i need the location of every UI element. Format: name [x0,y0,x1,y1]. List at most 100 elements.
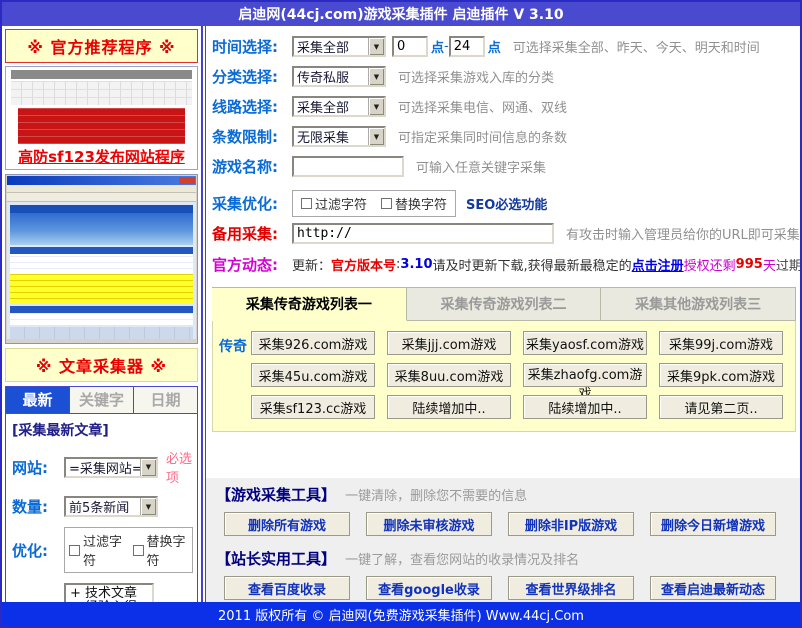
filter-label: 过滤字符 [83,531,125,569]
screenshot-grid [11,81,192,105]
games-panel: 传奇 采集926.com游戏采集jjj.com游戏采集yaosf.com游戏采集… [212,321,796,432]
mini-browser-content [7,202,196,339]
backup-hint: 有攻击时输入管理员给你的URL即可采集 [566,224,800,243]
site-tool-button[interactable]: 查看启迪最新动态 [650,576,776,600]
collect-game-button[interactable]: 采集45u.com游戏 [251,363,375,387]
category-select-row: 分类选择: 传奇私服 ▼ 可选择采集游戏入库的分类 [212,64,800,89]
hour-to-unit: 点 [488,37,501,56]
game-list-tab[interactable]: 采集传奇游戏列表一 [212,287,407,321]
line-select[interactable]: 采集全部 ▼ [292,96,386,117]
screenshot-red-banner [18,108,185,144]
game-name-row: 游戏名称: 可输入任意关键字采集 [212,154,800,179]
time-select[interactable]: 采集全部 ▼ [292,36,386,57]
filter-checkbox[interactable] [69,545,80,556]
count-select[interactable]: 前5条新闻 ▼ [64,496,158,517]
collect-game-button[interactable]: 请见第二页.. [659,395,783,419]
category-item[interactable]: + 技术文章 [70,587,148,601]
auth-days: 995 [736,257,763,272]
site-tools-desc: 一键了解，查看您网站的收录情况及排名 [345,553,579,568]
mini-browser-toolbar [7,193,196,202]
collect-game-button[interactable]: 陆续增加中.. [523,395,647,419]
sidebar: ※ 官方推荐程序 ※ 高防sf123发布网站程序 [2,26,203,602]
register-link[interactable]: 点击注册 [632,255,684,274]
site-tool-button[interactable]: 查看google收录 [366,576,492,600]
mini-site-rows [10,254,193,274]
dropdown-arrow-icon[interactable]: ▼ [140,459,156,476]
collect-game-button[interactable]: 采集sf123.cc游戏 [251,395,375,419]
line-label: 线路选择: [212,96,292,117]
game-tools-desc: 一键清除，删除您不需要的信息 [345,489,527,504]
sidebar-tab[interactable]: 关键字 [69,386,134,414]
collect-game-button[interactable]: 采集8uu.com游戏 [387,363,511,387]
mini-site-hero [10,213,193,245]
legend-label: 传奇 [217,331,251,419]
dropdown-arrow-icon[interactable]: ▼ [368,38,384,55]
game-tools-buttons: 删除所有游戏删除未审核游戏删除非IP版游戏删除今日新增游戏 [224,512,776,536]
screenshot-header-bar [11,70,192,79]
sidebar-tab[interactable]: 最新 [5,386,70,414]
news-row: 官方动态: 更新： 官方版本号: 3.10 请及时更新下载,获得最新最稳定的 点… [212,252,800,277]
game-tool-button[interactable]: 删除非IP版游戏 [508,512,634,536]
collect-optimize-row: 采集优化: 过滤字符 替换字符 SEO必选功能 [212,191,800,216]
mini-site-footer [10,327,193,339]
statusbar: 2011 版权所有 © 启迪网(免费游戏采集插件) Www.44cj.Com [2,602,800,626]
collect-game-button[interactable]: 采集99j.com游戏 [659,331,783,355]
game-tool-button[interactable]: 删除今日新增游戏 [650,512,776,536]
time-hint: 可选择采集全部、昨天、今天、明天和时间 [513,37,760,56]
backup-url-input[interactable] [292,223,554,244]
game-tool-button[interactable]: 删除所有游戏 [224,512,350,536]
limit-select[interactable]: 无限采集 ▼ [292,126,386,147]
mini-site-tablehead [10,247,193,254]
game-tool-button[interactable]: 删除未审核游戏 [366,512,492,536]
dropdown-arrow-icon[interactable]: ▼ [368,68,384,85]
line-row: 线路选择: 采集全部 ▼ 可选择采集电信、网通、双线 [212,94,800,119]
category-listbox[interactable]: + 技术文章+ 经验心得+ 心情故事+ 经典脚本 [64,583,154,602]
replace-label: 替换字符 [395,194,447,213]
category-select-label: 分类选择: [212,66,292,87]
game-list-tab[interactable]: 采集传奇游戏列表二 [407,287,602,321]
collect-game-button[interactable]: 采集zhaofg.com游戏 [523,363,647,387]
collect-game-button[interactable]: 陆续增加中.. [387,395,511,419]
line-hint: 可选择采集电信、网通、双线 [398,97,567,116]
game-name-input[interactable] [292,156,404,177]
optimize-label: 优化: [12,540,64,561]
optimize-group: 过滤字符 替换字符 [64,527,193,573]
game-list-tab[interactable]: 采集其他游戏列表三 [601,287,796,321]
promo-site-link[interactable]: 高防sf123发布网站程序 [6,146,197,167]
dropdown-arrow-icon[interactable]: ▼ [368,128,384,145]
auth-prefix: 授权还剩 [684,255,736,274]
count-select-value: 前5条新闻 [66,497,140,516]
sidebar-tab[interactable]: 日期 [133,386,198,414]
site-select[interactable]: =采集网站= ▼ [64,457,158,478]
dropdown-arrow-icon[interactable]: ▼ [368,98,384,115]
collect-game-button[interactable]: 采集jjj.com游戏 [387,331,511,355]
collect-game-button[interactable]: 采集yaosf.com游戏 [523,331,647,355]
window-title: 启迪网(44cj.com)游戏采集插件 启迪插件 V 3.10 [238,4,563,24]
backup-label: 备用采集: [212,223,292,244]
app-window: 启迪网(44cj.com)游戏采集插件 启迪插件 V 3.10 ※ 官方推荐程序… [0,0,802,628]
promo-site-screenshot[interactable]: 高防sf123发布网站程序 [5,66,198,170]
collect-optimize-group: 过滤字符 替换字符 [292,190,456,217]
count-label: 数量: [12,496,64,517]
replace-checkbox[interactable] [381,198,392,209]
site-tools-title: 【站长实用工具】 [216,550,336,568]
game-tools-title: 【游戏采集工具】 [216,486,336,504]
article-header-text: ※ 文章采集器 ※ [36,357,167,376]
dropdown-arrow-icon[interactable]: ▼ [140,498,156,515]
hour-from-unit: 点 [431,37,444,56]
article-panel: [采集最新文章] 网站: =采集网站= ▼ 必选项 数量: 前5条新闻 ▼ [5,414,198,602]
hour-to-input[interactable] [449,36,485,57]
category-select[interactable]: 传奇私服 ▼ [292,66,386,87]
auth-expire: 过期 [776,255,800,274]
article-collector-screenshot[interactable] [5,174,198,344]
collect-game-button[interactable]: 采集926.com游戏 [251,331,375,355]
filter-checkbox[interactable] [301,198,312,209]
hour-from-input[interactable] [392,36,428,57]
site-tool-button[interactable]: 查看百度收录 [224,576,350,600]
site-tool-button[interactable]: 查看世界级排名 [508,576,634,600]
replace-checkbox[interactable] [133,545,144,556]
optimize-row: 优化: 过滤字符 替换字符 [12,527,193,573]
category-row: 分类: + 技术文章+ 经验心得+ 心情故事+ 经典脚本 随机 [12,583,193,602]
collect-game-button[interactable]: 采集9pk.com游戏 [659,363,783,387]
category-select-value: 传奇私服 [294,67,368,86]
